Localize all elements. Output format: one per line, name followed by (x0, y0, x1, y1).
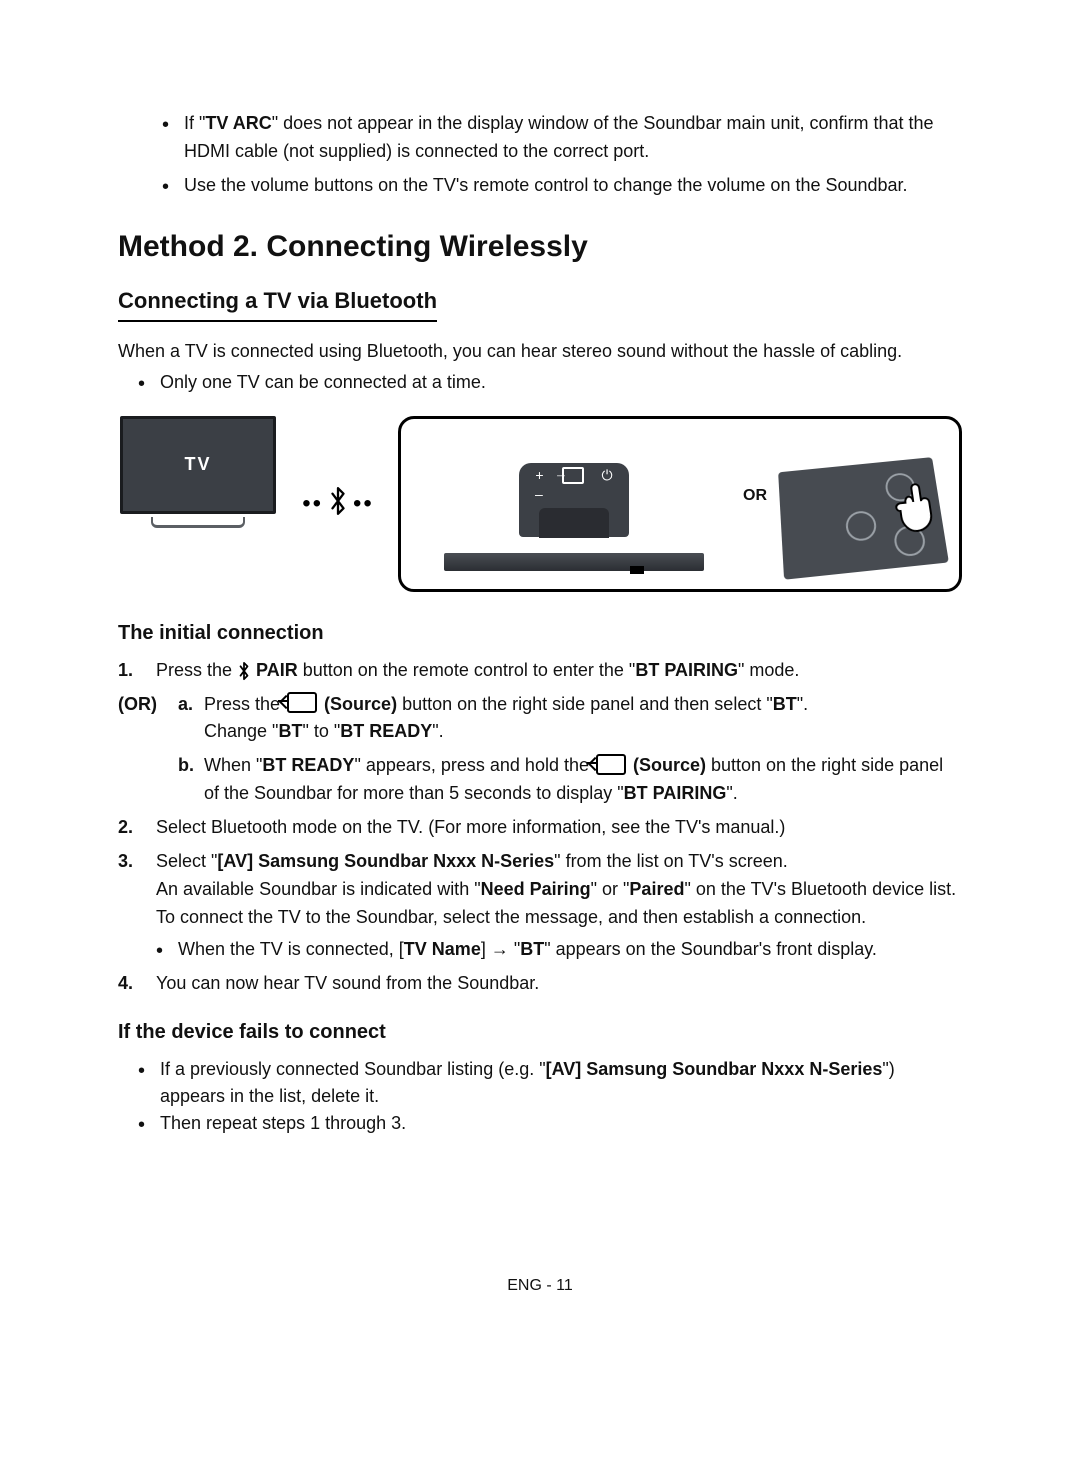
top-notes-list: If "TV ARC" does not appear in the displ… (118, 110, 962, 200)
text: ". (432, 721, 443, 741)
remote-dpad (539, 508, 609, 538)
bt-pairing-bold: BT PAIRING (624, 783, 727, 803)
av-name-bold: [AV] Samsung Soundbar Nxxx N-Series (217, 851, 554, 871)
plus-icon: + (535, 467, 543, 483)
text: Press the (204, 694, 285, 714)
fails-bullet-2: Then repeat steps 1 through 3. (138, 1110, 962, 1137)
tv-arc-bold: TV ARC (205, 113, 271, 133)
tv-name-bold: TV Name (404, 939, 481, 959)
bt-bold: BT (520, 939, 544, 959)
bluetooth-icon (237, 661, 251, 681)
intro-bullet-1: Only one TV can be connected at a time. (138, 369, 962, 396)
subsection-heading: Connecting a TV via Bluetooth (118, 288, 437, 322)
top-note-2: Use the volume buttons on the TV's remot… (162, 172, 962, 200)
step-or-a: (OR) a. Press the (Source) button on the… (118, 691, 962, 747)
substep-letter: a. (178, 691, 204, 747)
step-body: Press the (Source) button on the right s… (204, 691, 962, 747)
source-label: (Source) (628, 755, 706, 775)
step-body: You can now hear TV sound from the Sound… (156, 970, 962, 998)
text: button on the remote control to enter th… (298, 660, 636, 680)
need-pairing-bold: Need Pairing (481, 879, 591, 899)
bt-bold: BT (278, 721, 302, 741)
av-name-bold: [AV] Samsung Soundbar Nxxx N-Series (546, 1059, 883, 1079)
bt-ready-bold: BT READY (262, 755, 354, 775)
device-box: + ⏻ – OR (398, 416, 962, 592)
bluetooth-link-icon: •• •• (296, 416, 380, 592)
initial-connection-heading: The initial connection (118, 622, 962, 645)
source-label: (Source) (319, 694, 397, 714)
text: If " (184, 113, 205, 133)
bt-ready-bold: BT READY (340, 721, 432, 741)
text: " appears, press and hold the (354, 755, 594, 775)
step-3-bullet: When the TV is connected, [TV Name] → "B… (156, 936, 962, 964)
steps-block: 1. Press the PAIR button on the remote c… (118, 657, 962, 998)
paired-bold: Paired (629, 879, 684, 899)
substep-letter: b. (178, 752, 204, 808)
step-number: 2. (118, 814, 156, 842)
text: " mode. (738, 660, 799, 680)
text: ". (726, 783, 737, 803)
step-number: 1. (118, 657, 156, 685)
bt-bold: BT (773, 694, 797, 714)
bt-dots: •• •• (302, 486, 374, 522)
text: An available Soundbar is indicated with … (156, 879, 481, 899)
source-button-icon (287, 692, 317, 713)
step-body: When "BT READY" appears, press and hold … (204, 752, 962, 808)
manual-page: If "TV ARC" does not appear in the displ… (0, 0, 1080, 1479)
text: ". (797, 694, 808, 714)
or-label: OR (743, 487, 767, 515)
intro-text: When a TV is connected using Bluetooth, … (118, 338, 962, 365)
or-tag: (OR) (118, 691, 178, 747)
fails-bullets: If a previously connected Soundbar listi… (118, 1056, 962, 1137)
bluetooth-icon (327, 486, 349, 522)
intro-bullets: Only one TV can be connected at a time. (118, 369, 962, 396)
connection-diagram: TV •• •• + ⏻ – OR (118, 416, 962, 592)
step-number: 3. (118, 848, 156, 964)
top-note-1: If "TV ARC" does not appear in the displ… (162, 110, 962, 166)
source-icon (562, 467, 584, 484)
step-1: 1. Press the PAIR button on the remote c… (118, 657, 962, 685)
text: When " (204, 755, 262, 775)
soundbar-with-remote: + ⏻ – (419, 463, 729, 571)
step-2: 2. Select Bluetooth mode on the TV. (For… (118, 814, 962, 842)
step-or-b: b. When "BT READY" appears, press and ho… (178, 752, 962, 808)
step-3: 3. Select "[AV] Samsung Soundbar Nxxx N-… (118, 848, 962, 964)
fails-heading: If the device fails to connect (118, 1021, 962, 1044)
text: " appears on the Soundbar's front displa… (544, 939, 877, 959)
text: Select " (156, 851, 217, 871)
panel-button-icon (845, 509, 878, 541)
tv-screen: TV (120, 416, 276, 514)
step-body: Select "[AV] Samsung Soundbar Nxxx N-Ser… (156, 848, 962, 964)
step-body: Press the PAIR button on the remote cont… (156, 657, 962, 685)
remote-illustration: + ⏻ – (519, 463, 629, 537)
soundbar-illustration (444, 553, 704, 571)
tv-stand (151, 517, 245, 528)
text: When the TV is connected, [ (178, 939, 404, 959)
tv-illustration: TV (118, 416, 278, 592)
bt-pairing-bold: BT PAIRING (635, 660, 738, 680)
pair-label: PAIR (251, 660, 298, 680)
touch-panel-illustration (778, 457, 949, 580)
step-number: 4. (118, 970, 156, 998)
minus-icon: – (535, 486, 543, 502)
method-heading: Method 2. Connecting Wirelessly (118, 230, 962, 264)
text: Press the (156, 660, 237, 680)
hand-pointer-icon (882, 473, 948, 536)
step-4: 4. You can now hear TV sound from the So… (118, 970, 962, 998)
text: button on the right side panel and then … (397, 694, 773, 714)
text: If a previously connected Soundbar listi… (160, 1059, 546, 1079)
text: " or " (591, 879, 630, 899)
step-3-bullet-item: When the TV is connected, [TV Name] → "B… (156, 936, 962, 964)
step-body: Select Bluetooth mode on the TV. (For mo… (156, 814, 962, 842)
power-icon: ⏻ (602, 467, 613, 484)
text: " to " (302, 721, 340, 741)
text: " from the list on TV's screen. (554, 851, 788, 871)
source-button-icon (596, 754, 626, 775)
fails-bullet-1: If a previously connected Soundbar listi… (138, 1056, 962, 1110)
text: ] → " (481, 939, 520, 959)
text: Change " (204, 721, 278, 741)
text: " does not appear in the display window … (184, 113, 934, 161)
page-footer: ENG - 11 (118, 1277, 962, 1295)
